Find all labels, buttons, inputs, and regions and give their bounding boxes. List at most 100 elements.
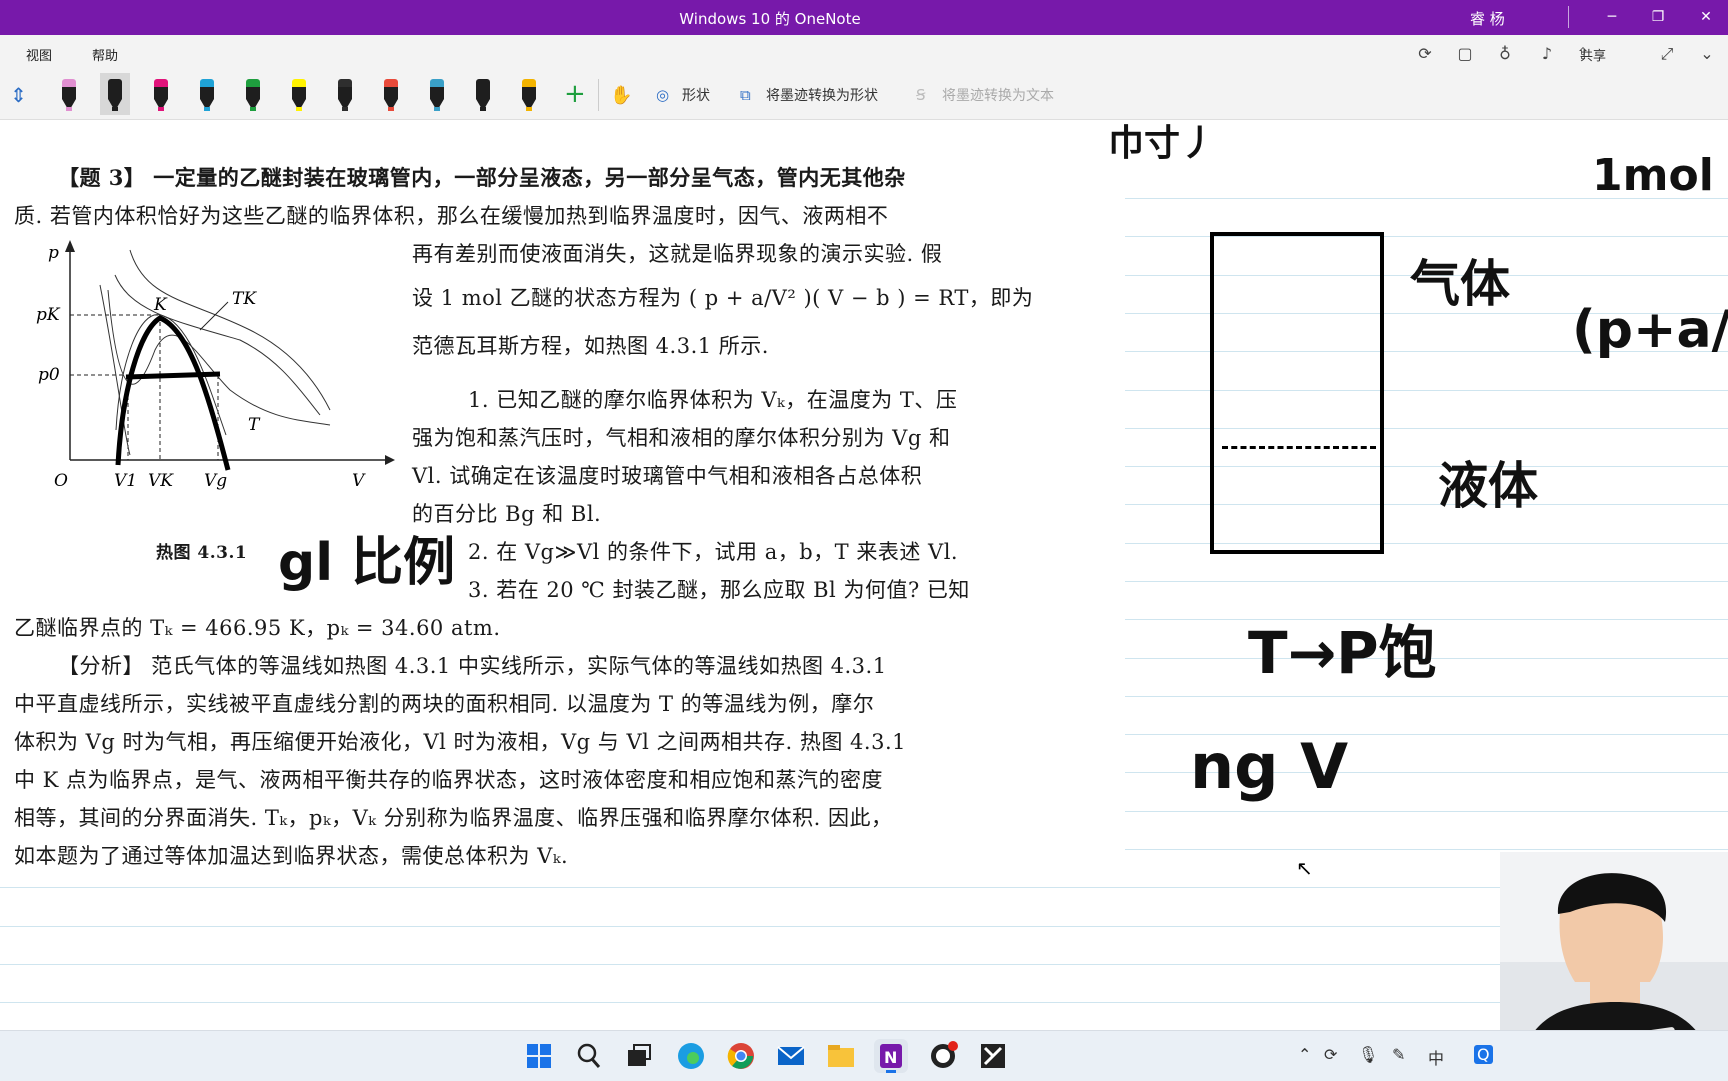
problem-text-line: 再有差别而使液面消失，这就是临界现象的演示实验. 假 xyxy=(412,242,943,266)
shapes-label: 形状 xyxy=(682,88,710,104)
ink-to-shape-button[interactable]: ⧉ 将墨迹转换为形状 xyxy=(740,85,878,105)
microphone-icon[interactable]: 🎙 xyxy=(1358,1045,1378,1064)
label-pk: pK xyxy=(36,305,61,325)
pen-green-icon[interactable] xyxy=(238,73,268,115)
page-canvas[interactable]: 【题 3】 一定量的乙醚封装在玻璃管内，一部分呈液态，另一部分呈气态，管内无其他… xyxy=(0,120,1728,1030)
user-name[interactable]: 睿 杨 xyxy=(1470,8,1505,29)
ink-to-shape-icon: ⧉ xyxy=(740,86,751,104)
analysis-text-line: 【分析】 范氏气体的等温线如热图 4.3.1 中实线所示，实际气体的等温线如热图… xyxy=(58,654,887,678)
label-k: K xyxy=(153,295,168,315)
isotherm-curve xyxy=(114,274,321,416)
ime-indicator[interactable]: 中 xyxy=(1428,1045,1444,1069)
share-button[interactable]: 共享 xyxy=(1580,45,1606,64)
label-v1: V1 xyxy=(114,471,137,491)
close-button[interactable]: ✕ xyxy=(1686,4,1726,30)
problem-text-line: 范德瓦耳斯方程，如热图 4.3.1 所示. xyxy=(412,334,769,358)
pen-black-icon[interactable] xyxy=(100,73,130,115)
analysis-text-line: 中 K 点为临界点，是气、液两相平衡共存的临界状态，这时液体密度和相应饱和蒸汽的… xyxy=(14,768,884,792)
tray-app-icon[interactable]: Q xyxy=(1474,1045,1493,1064)
shapes-icon: ◎ xyxy=(656,86,670,104)
pen-tray-icon[interactable]: ✎ xyxy=(1392,1045,1405,1064)
windows-start-icon[interactable] xyxy=(522,1039,556,1073)
label-p: p xyxy=(48,243,59,263)
ruled-line xyxy=(1125,581,1728,582)
analysis-text-line: 中平直虚线所示，实线被平直虚线分割的两块的面积相同. 以温度为 T 的等温线为例… xyxy=(14,692,875,716)
edge-icon[interactable] xyxy=(674,1039,708,1073)
title-separator xyxy=(1568,6,1569,28)
chrome-icon[interactable] xyxy=(724,1039,758,1073)
ruled-line xyxy=(0,964,1728,965)
ruled-line xyxy=(1125,811,1728,812)
mail-icon[interactable] xyxy=(774,1039,808,1073)
highlighter-yellow-icon[interactable] xyxy=(284,73,314,115)
toolbar-separator xyxy=(598,79,599,111)
handwritten-tie-line xyxy=(125,371,221,380)
page-view-icon[interactable]: ▢ xyxy=(1454,43,1476,65)
problem-text-line: 2. 在 Vg≫Vl 的条件下，试用 a，b，T 来表述 Vl. xyxy=(468,540,959,564)
fullscreen-icon[interactable]: ⤢ xyxy=(1656,43,1678,65)
problem-text-line: 【题 3】 一定量的乙醚封装在玻璃管内，一部分呈液态，另一部分呈气态，管内无其他… xyxy=(58,165,906,190)
label-p0: p0 xyxy=(38,365,60,385)
ink-to-text-button[interactable]: Ꞩ 将墨迹转换为文本 xyxy=(916,85,1054,105)
problem-text-line: Vl. 试确定在该温度时玻璃管中气相和液相各占总体积 xyxy=(412,464,923,488)
handwriting-t-to-p[interactable]: T→P饱 xyxy=(1248,606,1437,690)
capture-app-icon[interactable] xyxy=(976,1039,1010,1073)
label-origin: O xyxy=(54,471,68,491)
bell-icon[interactable]: ♪ xyxy=(1536,43,1558,65)
label-vg: Vg xyxy=(204,471,227,491)
more-icon[interactable]: ⌄ xyxy=(1696,43,1718,65)
problem-text-line: 乙醚临界点的 Tₖ = 466.95 K，pₖ = 34.60 atm. xyxy=(14,616,501,640)
handwriting-liquid[interactable]: 液体 xyxy=(1438,446,1538,518)
pen-rainbow-icon[interactable] xyxy=(376,73,406,115)
window-title: Windows 10 的 OneNote xyxy=(679,10,861,28)
draw-toolbar: ⇕ + ✋ ◎ 形状 ⧉ 将墨迹转换为形状 Ꞩ 将墨迹转换为文本 xyxy=(0,71,1728,120)
pv-diagram-figure: p pK p0 O V1 VK Vg V K TK T xyxy=(36,240,395,491)
add-pen-icon[interactable]: + xyxy=(564,79,586,109)
pen-black-2-icon[interactable] xyxy=(468,73,498,115)
pen-pink-light-icon[interactable] xyxy=(54,73,84,115)
minimize-button[interactable]: ─ xyxy=(1592,4,1632,30)
handwriting-equation[interactable]: (p+a/V²) xyxy=(1572,300,1728,360)
task-view-icon[interactable] xyxy=(622,1039,656,1073)
handwriting-tube-box[interactable] xyxy=(1210,232,1384,554)
tray-sync-icon[interactable]: ⟳ xyxy=(1324,1045,1337,1064)
analysis-text-line: 相等，其间的分界面消失. Tₖ，pₖ，Vₖ 分别称为临界温度、临界压强和临界摩尔… xyxy=(14,806,893,830)
handwriting-gas[interactable]: 气体 xyxy=(1410,244,1510,316)
tray-chevron-icon[interactable]: ⌃ xyxy=(1298,1045,1311,1064)
pen-magenta-icon[interactable] xyxy=(146,73,176,115)
tk-pointer-line xyxy=(199,301,229,331)
pen-galaxy-icon[interactable] xyxy=(330,73,360,115)
handwriting-gl-ratio[interactable]: gl 比例 xyxy=(278,520,455,595)
ruled-line xyxy=(0,1002,1728,1003)
pen-ocean-icon[interactable] xyxy=(422,73,452,115)
problem-text-line: 设 1 mol 乙醚的状态方程为 ( p + a/V² )( V − b ) =… xyxy=(412,286,1034,310)
restore-button[interactable]: ❐ xyxy=(1638,4,1678,30)
figure-caption: 热图 4.3.1 xyxy=(156,543,248,563)
label-tk: TK xyxy=(232,289,257,309)
lightbulb-icon[interactable]: ♁ xyxy=(1494,43,1516,65)
onenote-icon[interactable]: N xyxy=(874,1039,908,1073)
analysis-text-line: 如本题为了通过等体加温达到临界状态，需使总体积为 Vₖ. xyxy=(14,844,569,868)
menu-bar: 视图 帮助 ⟳ ▢ ♁ ♪ ⇪ 共享 ⤢ ⌄ xyxy=(0,35,1728,71)
lasso-touch-icon[interactable]: ✋ xyxy=(610,85,632,106)
v-axis-arrow xyxy=(385,455,395,465)
handwriting-ngv[interactable]: ng V xyxy=(1190,730,1348,803)
label-v: V xyxy=(352,471,366,491)
menu-view[interactable]: 视图 xyxy=(26,45,52,64)
search-icon[interactable] xyxy=(572,1039,606,1073)
problem-text-line: 强为饱和蒸汽压时，气相和液相的摩尔体积分别为 Vg 和 xyxy=(412,426,951,450)
obs-icon[interactable] xyxy=(926,1039,960,1073)
problem-text-line: 1. 已知乙醚的摩尔临界体积为 Vₖ，在温度为 T、压 xyxy=(468,388,958,412)
sync-icon[interactable]: ⟳ xyxy=(1414,43,1436,65)
handwriting-top-fragment[interactable]: 巾寸丿 xyxy=(1108,120,1216,166)
pen-cyan-icon[interactable] xyxy=(192,73,222,115)
shapes-button[interactable]: ◎ 形状 xyxy=(656,85,710,105)
isotherm-t-curve xyxy=(107,289,331,426)
handwriting-1mol[interactable]: 1mol xyxy=(1592,150,1714,201)
menu-help[interactable]: 帮助 xyxy=(92,45,118,64)
pen-gold-icon[interactable] xyxy=(514,73,544,115)
file-explorer-icon[interactable] xyxy=(824,1039,858,1073)
insert-space-icon[interactable]: ⇕ xyxy=(10,83,27,107)
ruled-line xyxy=(1125,849,1728,850)
pasted-textbook-image: 【题 3】 一定量的乙醚封装在玻璃管内，一部分呈液态，另一部分呈气态，管内无其他… xyxy=(0,120,1090,880)
